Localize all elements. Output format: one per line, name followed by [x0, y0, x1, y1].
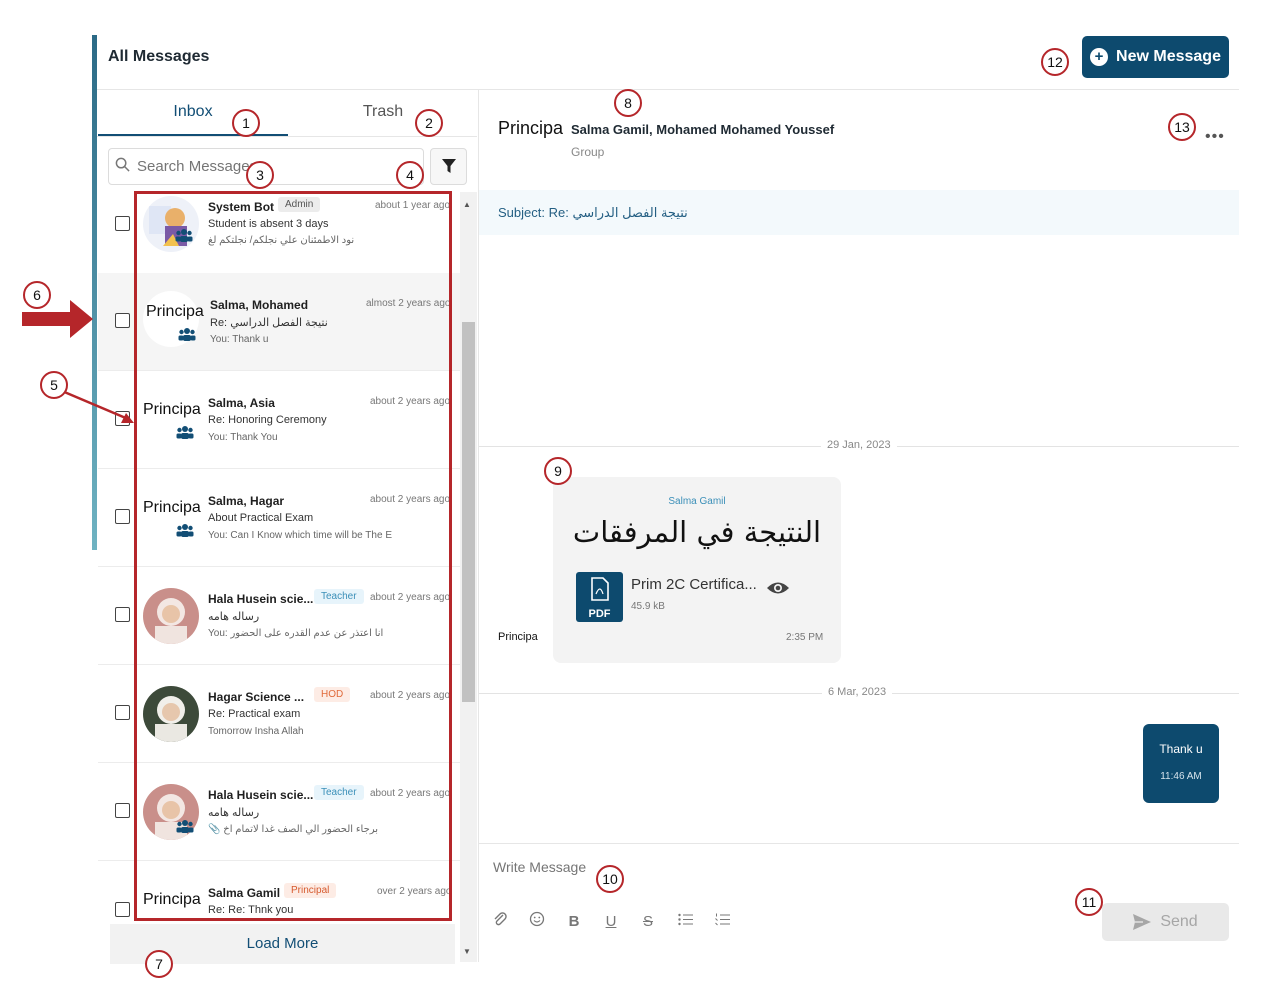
- item-checkbox[interactable]: [115, 607, 130, 622]
- date-label: 6 Mar, 2023: [822, 686, 893, 698]
- item-checkbox[interactable]: [115, 509, 130, 524]
- left-rail-accent: [92, 35, 97, 550]
- formatting-toolbar: B U S: [491, 911, 731, 931]
- message-time: 11:46 AM: [1160, 771, 1202, 782]
- attachment-name[interactable]: Prim 2C Certifica...: [631, 576, 757, 593]
- eye-icon[interactable]: [766, 580, 790, 596]
- send-icon: [1133, 914, 1152, 930]
- item-checkbox[interactable]: [115, 313, 130, 328]
- message-body: النتيجة في المرفقات: [572, 515, 822, 549]
- annotation-box: [134, 191, 452, 921]
- scroll-up-icon[interactable]: ▲: [463, 200, 471, 209]
- callout-11: 11: [1075, 888, 1103, 916]
- message-sender: Salma Gamil: [668, 496, 726, 507]
- message-time: 2:35 PM: [786, 632, 824, 643]
- message-input[interactable]: [493, 855, 1073, 879]
- conversation-logo: Principa: [498, 118, 564, 138]
- send-label: Send: [1160, 913, 1198, 930]
- item-checkbox[interactable]: [115, 902, 130, 917]
- callout-12: 12: [1041, 48, 1069, 76]
- callout-7: 7: [145, 950, 173, 978]
- filter-button[interactable]: [430, 148, 467, 185]
- callout-4: 4: [396, 161, 424, 189]
- attach-icon[interactable]: [491, 911, 509, 931]
- callout-2: 2: [415, 109, 443, 137]
- scroll-thumb[interactable]: [462, 322, 475, 702]
- pdf-icon[interactable]: PDF: [576, 572, 623, 622]
- tab-trash[interactable]: Trash: [288, 103, 478, 121]
- callout-3: 3: [246, 161, 274, 189]
- callout-5: 5: [40, 371, 68, 399]
- new-message-label: New Message: [1116, 48, 1221, 65]
- item-checkbox[interactable]: [115, 216, 130, 231]
- plus-icon: +: [1090, 48, 1109, 66]
- emoji-icon[interactable]: [528, 911, 546, 931]
- filter-icon: [441, 159, 456, 173]
- sender-logo: Principa: [498, 631, 538, 643]
- callout-9: 9: [544, 457, 572, 485]
- bullet-list-icon[interactable]: [676, 913, 694, 930]
- date-label: 29 Jan, 2023: [821, 439, 897, 451]
- search-icon: [115, 157, 137, 176]
- message-bubble-incoming: Salma Gamil النتيجة في المرفقات PDF Prim…: [553, 477, 841, 663]
- strike-icon[interactable]: S: [639, 913, 657, 930]
- annotation-pointer-icon: [61, 389, 134, 423]
- tab-divider: [97, 136, 477, 137]
- item-checkbox[interactable]: [115, 803, 130, 818]
- callout-6: 6: [23, 281, 51, 309]
- conversation-subject: Subject: Re: نتيجة الفصل الدراسي: [479, 190, 1239, 235]
- attachment-type: PDF: [588, 608, 611, 620]
- top-divider: [97, 89, 1239, 90]
- underline-icon[interactable]: U: [602, 913, 620, 930]
- bold-icon[interactable]: B: [565, 913, 583, 930]
- more-icon[interactable]: •••: [1205, 128, 1225, 146]
- conversation-participants: Salma Gamil, Mohamed Mohamed Youssef: [571, 122, 835, 137]
- compose-divider: [479, 843, 1239, 844]
- callout-13: 13: [1168, 113, 1196, 141]
- callout-10: 10: [596, 865, 624, 893]
- message-body: Thank u: [1159, 742, 1203, 756]
- conversation-type: Group: [571, 145, 605, 159]
- send-button[interactable]: Send: [1102, 903, 1229, 941]
- message-bubble-outgoing: Thank u 11:46 AM: [1143, 724, 1219, 803]
- scroll-down-icon[interactable]: ▼: [463, 947, 471, 956]
- page-title: All Messages: [108, 48, 210, 65]
- callout-1: 1: [232, 109, 260, 137]
- callout-8: 8: [614, 89, 642, 117]
- number-list-icon[interactable]: [713, 913, 731, 930]
- attachment-size: 45.9 kB: [631, 601, 665, 612]
- new-message-button[interactable]: + New Message: [1082, 36, 1229, 78]
- item-checkbox[interactable]: [115, 705, 130, 720]
